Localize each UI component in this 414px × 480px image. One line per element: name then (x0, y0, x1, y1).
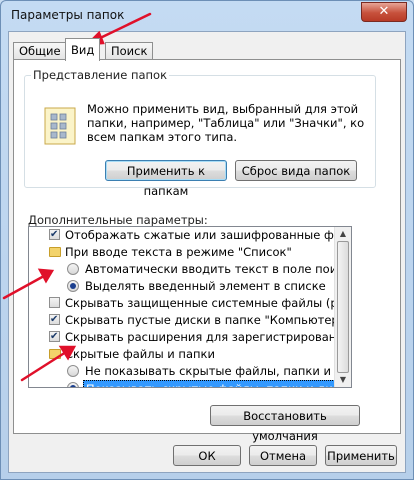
arrow-head (37, 268, 55, 284)
arrow-to-show-hidden (20, 350, 68, 382)
arrow-to-hide-protected (2, 274, 46, 300)
tab-view[interactable]: Вид (65, 38, 101, 61)
annotation-arrows (2, 12, 152, 382)
arrow-to-view-tab (94, 12, 152, 42)
